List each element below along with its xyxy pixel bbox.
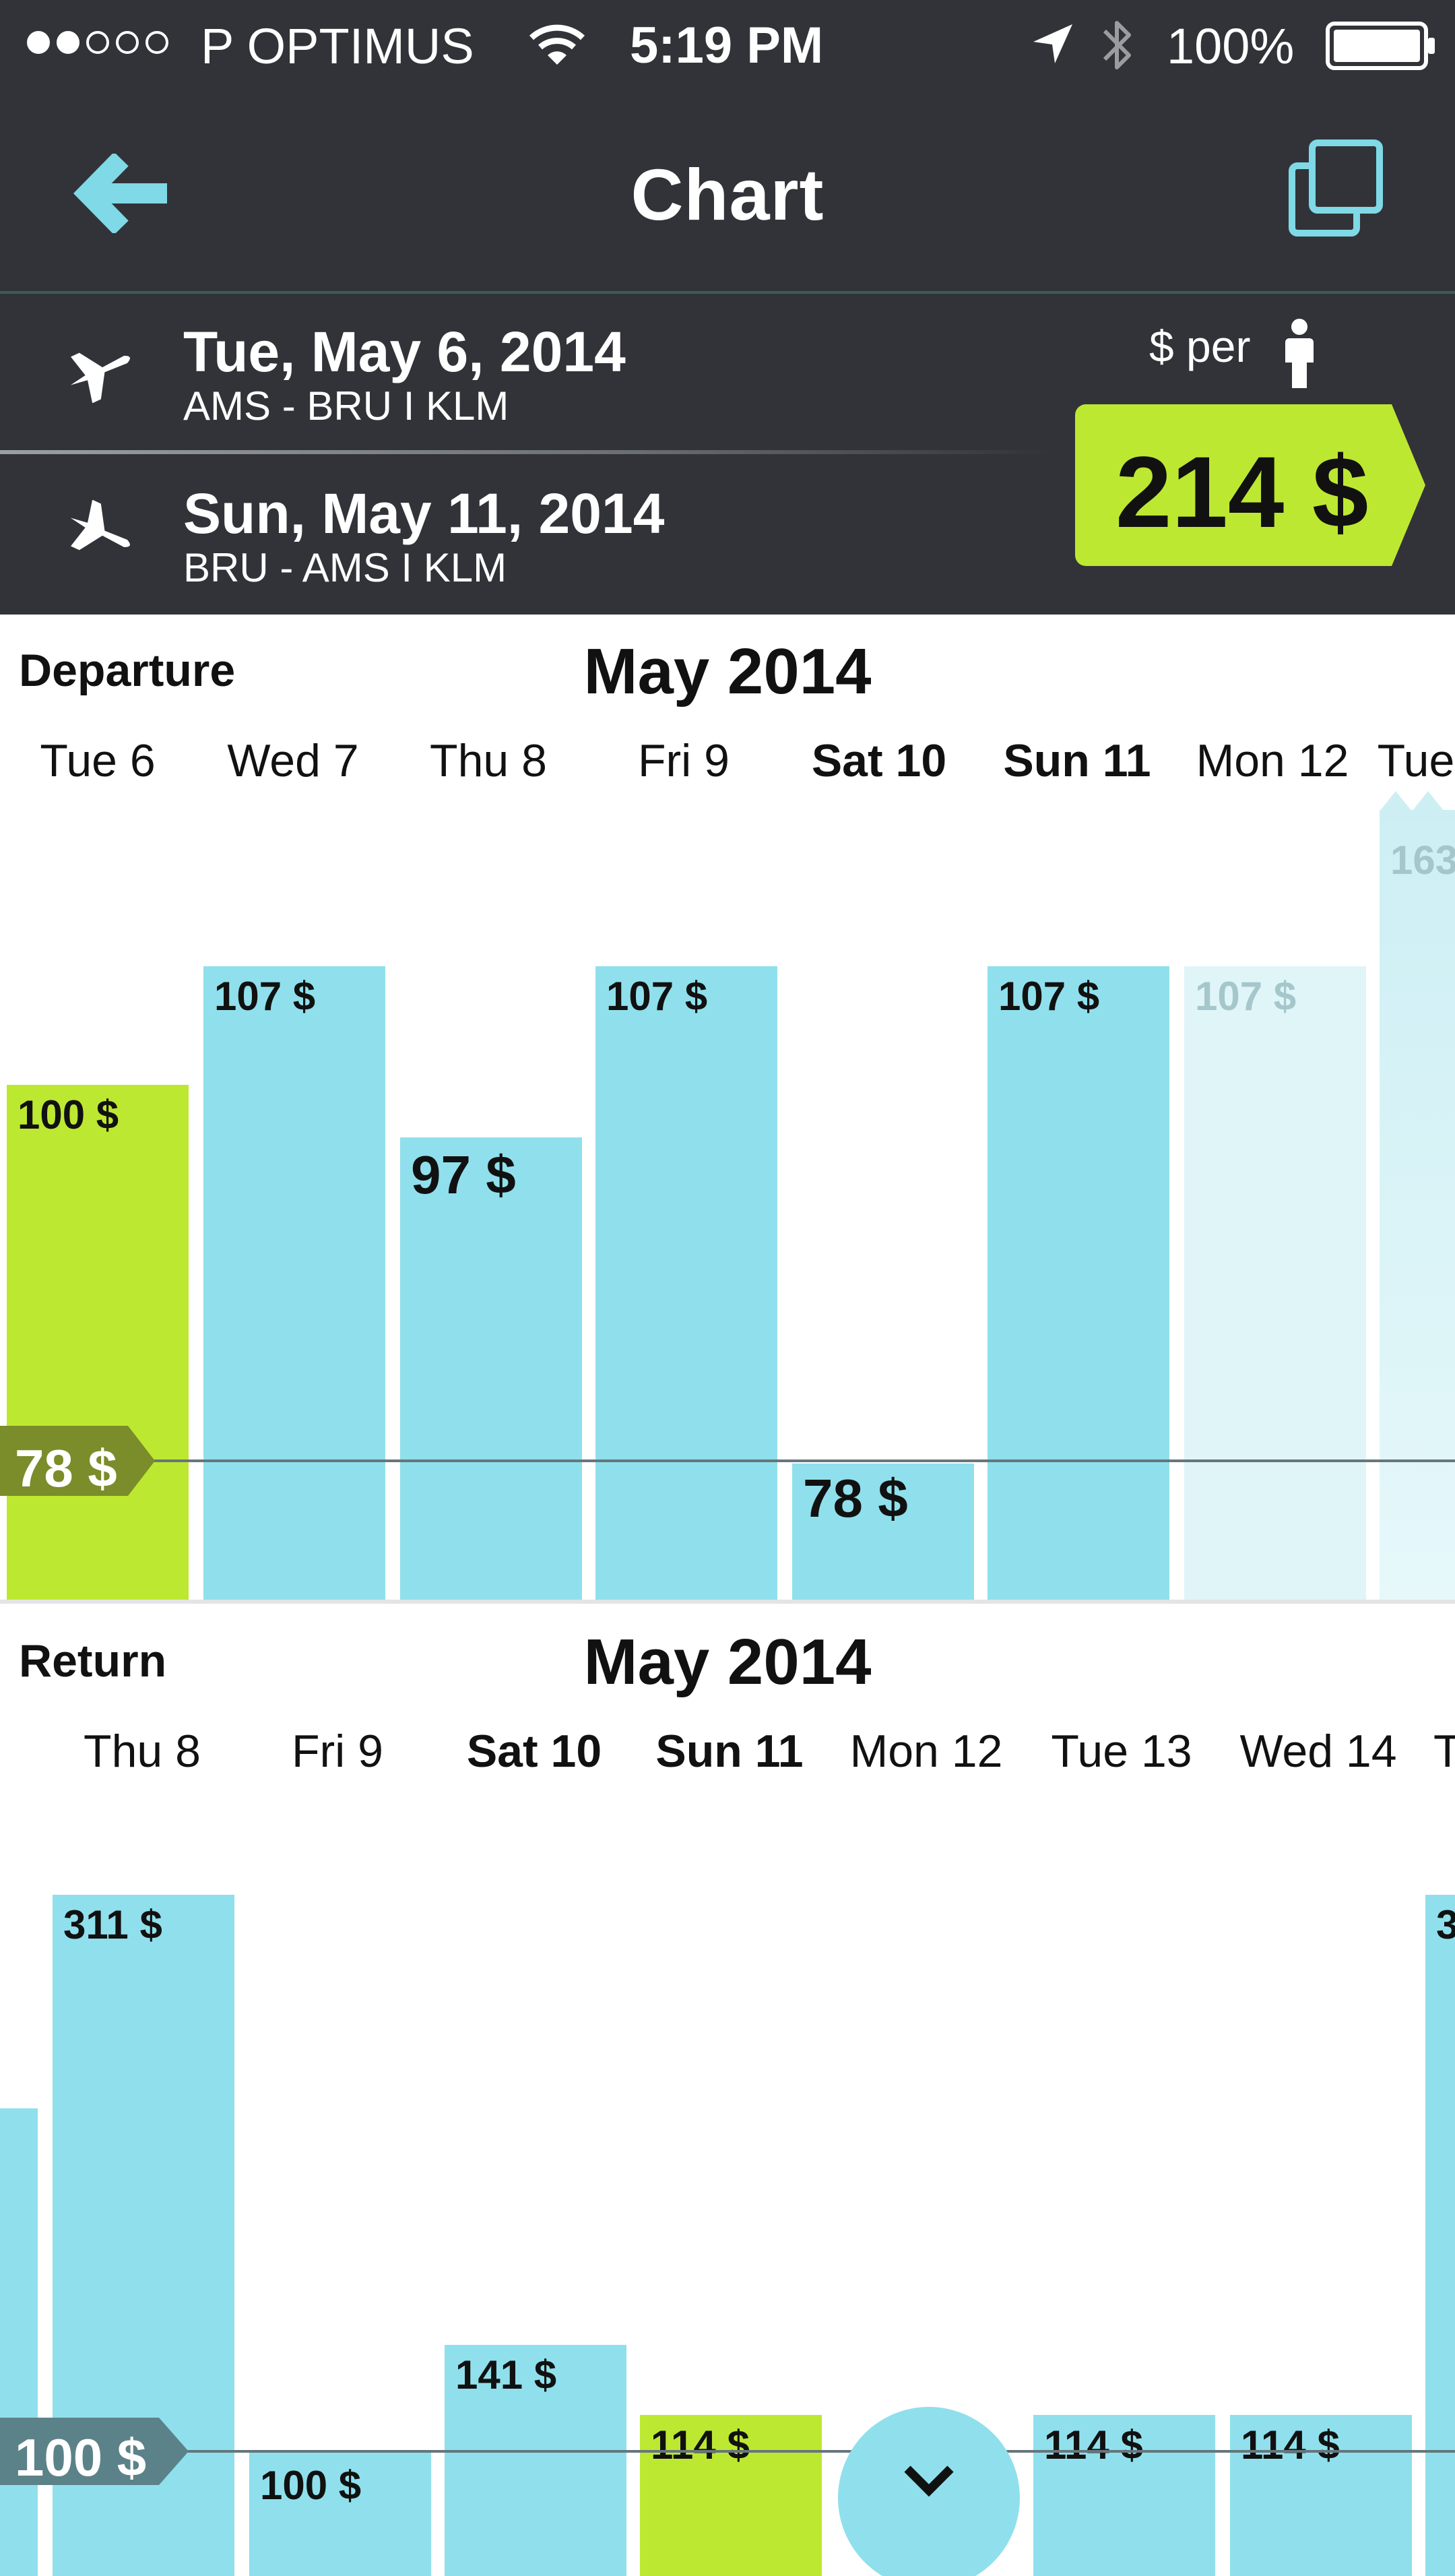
price-bar[interactable]: 97 $ [400,1137,582,1600]
bar-price-label: 141 $ [455,2352,557,2397]
bar-price-label: 114 $ [651,2422,750,2468]
day-label[interactable]: Tue 6 [0,734,195,787]
signal-strength-dots [27,31,168,54]
min-price-tag: 100 $ [0,2418,189,2488]
copy-windows-icon [1289,139,1383,237]
bar-price-label: 311 $ [63,1902,162,1947]
price-bar-unavailable[interactable]: 107 $ [1184,966,1366,1600]
departure-month: May 2014 [583,635,872,708]
min-price-line [0,1459,1455,1462]
day-label[interactable]: Sat 10 [437,1725,632,1778]
price-bar-over-range[interactable]: 163 [1380,791,1455,1600]
day-label[interactable]: Fri 9 [586,734,781,787]
day-label[interactable]: Sun 11 [979,734,1175,787]
price-bar-selected[interactable]: 114 $ [640,2415,822,2576]
navigation-bar: Chart [0,94,1455,294]
day-label[interactable]: Wed 14 [1221,1725,1416,1778]
departure-chart: Departure May 2014 Tue 6 Wed 7 Thu 8 Fri… [0,615,1455,1604]
bar-price-label: 107 $ [1195,974,1297,1019]
overflow-arrow-icon [1380,791,1444,811]
price-bar[interactable] [0,2108,38,2576]
min-price-tag: 78 $ [0,1426,155,1499]
bar-price-label: 107 $ [606,974,708,1019]
day-label[interactable]: Mon 12 [829,1725,1024,1778]
copy-button[interactable] [1285,139,1386,243]
carrier-name: P OPTIMUS [201,18,474,74]
day-label[interactable]: Thu 8 [391,734,586,787]
day-label[interactable]: 7 [0,1725,20,1778]
location-arrow-icon [1031,22,1075,69]
price-bar[interactable]: 107 $ [203,966,385,1600]
wifi-icon [529,23,585,69]
outbound-route: AMS - BRU I KLM [183,383,509,429]
plane-return-icon [65,499,139,568]
day-label[interactable]: Mon 12 [1175,734,1370,787]
bar-price-label: 114 $ [1241,2422,1340,2468]
day-label[interactable]: Sat 10 [781,734,977,787]
min-price-label: 100 $ [15,2428,147,2487]
price-bar[interactable]: 107 $ [988,966,1169,1600]
return-date: Sun, May 11, 2014 [183,482,665,545]
price-bar-selected[interactable]: 100 $ [7,1085,189,1600]
price-bar[interactable]: 114 $ [1033,2415,1215,2576]
return-month: May 2014 [583,1626,872,1698]
signal-dot [27,31,50,54]
bar-price-label: 100 $ [260,2463,362,2508]
signal-dot [116,31,139,54]
bar-price-label: 3 [1436,1902,1455,1947]
price-bar[interactable]: 3 [1425,1895,1455,2576]
day-label[interactable]: Fri 9 [240,1725,435,1778]
min-price-label: 78 $ [15,1439,117,1498]
day-label[interactable]: Wed 7 [195,734,391,787]
signal-dot [146,31,168,54]
price-bar[interactable]: 107 $ [595,966,777,1600]
day-label[interactable]: Tue 13 [1024,1725,1219,1778]
day-label[interactable]: Thu 8 [44,1725,240,1778]
bar-price-label: 107 $ [998,974,1100,1019]
bar-price-label: 163 [1390,838,1455,883]
plane-departure-icon [65,338,139,406]
outbound-flight[interactable]: Tue, May 6, 2014 AMS - BRU I KLM [0,294,1078,450]
day-label[interactable]: Tue [1349,734,1455,787]
price-bar[interactable]: 114 $ [1230,2415,1412,2576]
min-price-line [0,2450,1455,2453]
divider [0,450,1051,454]
bar-price-label: 78 $ [803,1468,908,1528]
price-bar[interactable]: 100 $ [249,2453,431,2576]
chevron-down-icon [904,2465,954,2497]
clock: 5:19 PM [630,17,824,74]
battery-icon [1326,22,1436,73]
bar-price-label: 107 $ [214,974,316,1019]
signal-dot [86,31,109,54]
scroll-down-button[interactable] [838,2407,1020,2576]
outbound-date: Tue, May 6, 2014 [183,320,626,383]
bluetooth-icon [1101,16,1134,77]
bar-price-label: 100 $ [18,1092,119,1137]
price-per-label: $ per [1149,321,1251,371]
bar-price-label: 97 $ [411,1145,516,1205]
page-title: Chart [630,154,825,235]
total-price-tag[interactable]: 214 $ [1075,404,1425,566]
signal-dot [57,31,79,54]
price-bar[interactable]: 78 $ [792,1464,974,1600]
battery-percent: 100% [1167,18,1295,74]
day-label[interactable]: T [1433,1725,1455,1778]
return-flight[interactable]: Sun, May 11, 2014 BRU - AMS I KLM [0,455,1078,612]
return-route: BRU - AMS I KLM [183,545,507,590]
bar-price-label: 114 $ [1044,2422,1143,2468]
person-icon [1284,318,1315,391]
flight-summary: Tue, May 6, 2014 AMS - BRU I KLM Sun, Ma… [0,294,1455,615]
return-chart: Return May 2014 7 Thu 8 Fri 9 Sat 10 Sun… [0,1604,1455,2576]
day-label[interactable]: Sun 11 [632,1725,827,1778]
price-bar[interactable]: 141 $ [445,2345,626,2576]
status-bar: P OPTIMUS 5:19 PM 100% [0,0,1455,94]
total-price: 214 $ [1116,435,1369,548]
